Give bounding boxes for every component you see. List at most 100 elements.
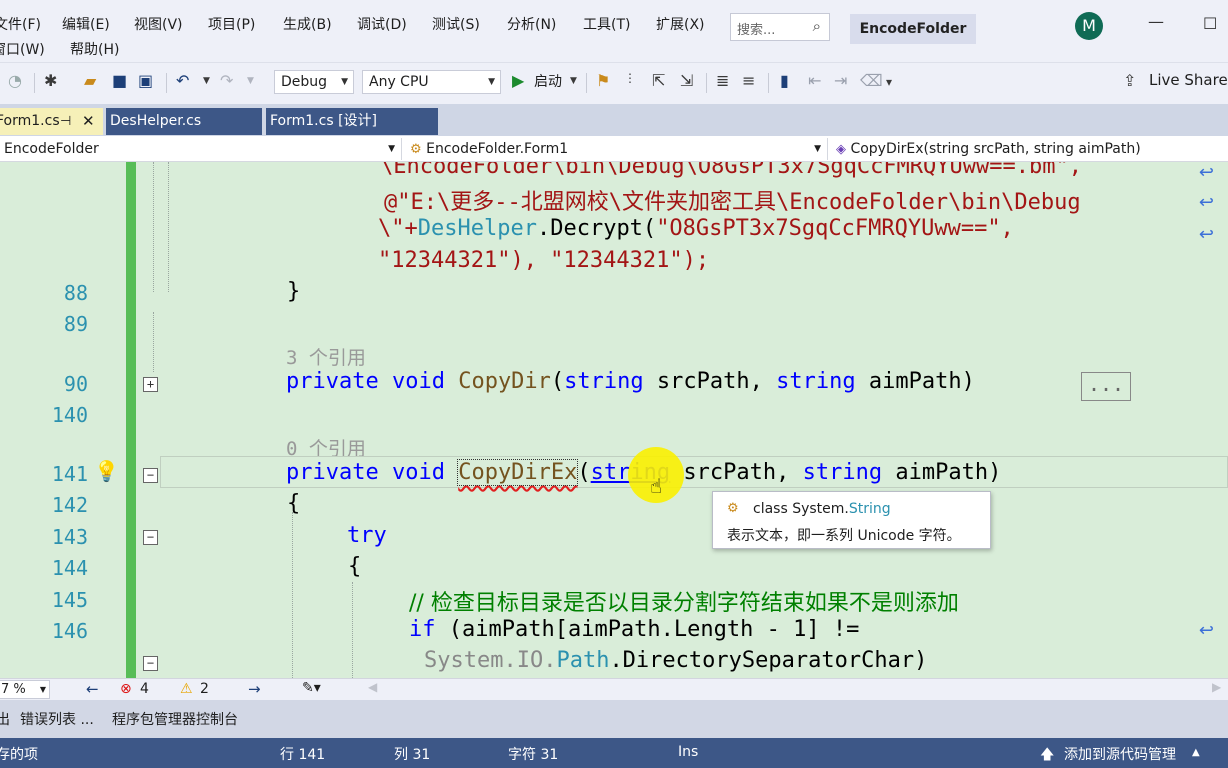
outdent-icon[interactable]: ≣ bbox=[716, 71, 729, 90]
scroll-left-icon[interactable]: ◀ bbox=[368, 680, 377, 694]
platform-value: Any CPU bbox=[369, 74, 429, 90]
overflow-icon[interactable]: ⋮ bbox=[624, 71, 636, 85]
collapsed-region[interactable]: ... bbox=[1081, 372, 1131, 401]
bookmark-icon[interactable]: ▮ bbox=[780, 71, 789, 90]
project-value: EncodeFolder bbox=[4, 141, 99, 157]
wrap-arrow-icon: ↩ bbox=[1198, 192, 1214, 213]
scroll-right-icon[interactable]: ▶ bbox=[1212, 680, 1221, 694]
wrap-arrow-icon: ↩ bbox=[1198, 620, 1214, 641]
quickinfo-tooltip: ⚙ class System.String 表示文本，即一系列 Unicode … bbox=[712, 491, 991, 549]
menu-tools[interactable]: 工具(T) bbox=[583, 14, 630, 34]
save-all-icon[interactable]: ▣ bbox=[138, 71, 153, 90]
document-tabs: Form1.cs ⊣ ✕ DesHelper.cs Form1.cs [设计] bbox=[0, 104, 1228, 136]
step-over-icon[interactable]: ⇲ bbox=[680, 71, 693, 90]
editor-status-strip: 7 % ▼ ← ⊗ 4 ⚠ 2 → ✎▾ ◀ ▶ bbox=[0, 678, 1228, 700]
member-value: CopyDirEx(string srcPath, string aimPath… bbox=[850, 141, 1141, 157]
minimize-icon[interactable]: — bbox=[1148, 12, 1164, 31]
output-tab[interactable]: 出 bbox=[0, 709, 10, 729]
maximize-icon[interactable]: ☐ bbox=[1203, 14, 1217, 33]
error-icon[interactable]: ⊗ bbox=[120, 681, 132, 697]
code-try: try bbox=[347, 523, 387, 548]
line-number: 143 bbox=[51, 525, 88, 549]
zoom-value: 7 % bbox=[1, 682, 26, 697]
indent-icon[interactable]: ≡ bbox=[742, 71, 755, 90]
package-manager-console-tab[interactable]: 程序包管理器控制台 bbox=[112, 709, 238, 729]
search-icon: ⌕ bbox=[812, 17, 821, 35]
code-line-args: "12344321"), "12344321"); bbox=[378, 248, 710, 273]
tooltip-signature: class System.String bbox=[753, 501, 891, 517]
menu-build[interactable]: 生成(B) bbox=[283, 14, 332, 34]
source-control-dropdown-icon[interactable]: ▲ bbox=[1192, 747, 1200, 758]
line-number: 146 bbox=[51, 619, 88, 643]
menu-debug[interactable]: 调试(D) bbox=[357, 14, 407, 34]
error-list-tab[interactable]: 错误列表 ... bbox=[20, 709, 94, 729]
next-bookmark-icon[interactable]: ⇥ bbox=[834, 71, 847, 90]
codelens-references[interactable]: 3 个引用 bbox=[286, 343, 366, 370]
menu-edit[interactable]: 编辑(E) bbox=[62, 14, 110, 34]
start-play-icon[interactable]: ▶ bbox=[512, 71, 524, 90]
toolbar-options-icon[interactable]: ▾ bbox=[886, 75, 892, 89]
class-icon: ⚙ bbox=[727, 501, 739, 516]
live-share-button[interactable]: Live Share bbox=[1149, 71, 1228, 89]
undo-icon[interactable]: ↶ bbox=[176, 71, 189, 90]
error-count[interactable]: 4 bbox=[140, 681, 149, 697]
undo-dropdown-icon[interactable]: ▼ bbox=[203, 76, 210, 86]
code-brace: } bbox=[287, 279, 301, 304]
expand-icon[interactable]: + bbox=[143, 377, 158, 392]
project-dropdown[interactable]: EncodeFolder ▼ bbox=[0, 138, 402, 160]
clear-bookmarks-icon[interactable]: ⌫ bbox=[860, 71, 883, 90]
open-file-icon[interactable]: ▰ bbox=[84, 71, 96, 90]
tab-form1-design[interactable]: Form1.cs [设计] bbox=[266, 108, 438, 135]
tab-form1-cs[interactable]: Form1.cs ⊣ ✕ bbox=[0, 108, 103, 135]
code-line-separator: System.IO.Path.DirectorySeparatorChar) bbox=[424, 648, 928, 673]
redo-dropdown-icon[interactable]: ▼ bbox=[247, 76, 254, 86]
class-dropdown[interactable]: ⚙ EncodeFolder.Form1 ▼ bbox=[406, 138, 828, 160]
new-project-icon[interactable]: ✱ bbox=[44, 71, 57, 90]
redo-icon[interactable]: ↷ bbox=[220, 71, 233, 90]
step-into-icon[interactable]: ⇱ bbox=[652, 71, 665, 90]
config-dropdown[interactable]: Debug ▼ bbox=[274, 70, 354, 94]
line-number: 145 bbox=[51, 588, 88, 612]
search-box[interactable]: 搜索... ⌕ bbox=[730, 13, 830, 41]
up-arrow-icon[interactable]: 🡅 bbox=[1040, 744, 1054, 768]
navigation-bar: EncodeFolder ▼ ⚙ EncodeFolder.Form1 ▼ ◈ … bbox=[0, 136, 1228, 162]
menu-file[interactable]: 文件(F) bbox=[0, 14, 41, 34]
menu-extensions[interactable]: 扩展(X) bbox=[656, 14, 705, 34]
line-number: 90 bbox=[63, 372, 88, 396]
member-dropdown[interactable]: ◈ CopyDirEx(string srcPath, string aimPa… bbox=[832, 138, 1228, 160]
menu-bar: 文件(F) 编辑(E) 视图(V) 项目(P) 生成(B) 调试(D) 测试(S… bbox=[0, 0, 1228, 62]
status-insert-mode: Ins bbox=[678, 744, 699, 760]
menu-analyze[interactable]: 分析(N) bbox=[507, 14, 556, 34]
menu-window[interactable]: 窗口(W) bbox=[0, 39, 45, 59]
forward-arrow-icon[interactable]: → bbox=[248, 680, 261, 698]
add-to-source-control[interactable]: 添加到源代码管理 bbox=[1064, 744, 1176, 764]
save-icon[interactable]: ■ bbox=[112, 71, 127, 90]
collapse-icon[interactable]: − bbox=[143, 530, 158, 545]
close-tab-icon[interactable]: ✕ bbox=[82, 108, 95, 135]
account-avatar[interactable]: M bbox=[1075, 12, 1103, 40]
search-input[interactable]: 搜索... bbox=[737, 19, 775, 38]
prev-bookmark-icon[interactable]: ⇤ bbox=[808, 71, 821, 90]
start-button[interactable]: 启动 bbox=[534, 71, 562, 91]
collapse-icon[interactable]: − bbox=[143, 656, 158, 671]
browser-link-icon[interactable]: ⚑ bbox=[596, 71, 610, 90]
collapse-icon[interactable]: − bbox=[143, 468, 158, 483]
warning-icon[interactable]: ⚠ bbox=[180, 681, 193, 697]
live-share-icon[interactable]: ⇪ bbox=[1123, 71, 1136, 90]
navigate-forward-icon[interactable]: ◔ bbox=[8, 71, 22, 90]
platform-dropdown[interactable]: Any CPU ▼ bbox=[362, 70, 501, 94]
lightbulb-icon[interactable]: 💡 bbox=[94, 459, 119, 483]
tab-deshelper-cs[interactable]: DesHelper.cs bbox=[106, 108, 262, 135]
start-dropdown-icon[interactable]: ▼ bbox=[570, 76, 577, 86]
menu-test[interactable]: 测试(S) bbox=[432, 14, 480, 34]
warning-count[interactable]: 2 bbox=[200, 681, 209, 697]
back-arrow-icon[interactable]: ← bbox=[86, 680, 99, 698]
menu-help[interactable]: 帮助(H) bbox=[70, 39, 119, 59]
menu-project[interactable]: 项目(P) bbox=[208, 14, 255, 34]
brush-icon[interactable]: ✎▾ bbox=[302, 680, 321, 696]
method-icon: ◈ bbox=[836, 142, 846, 157]
zoom-dropdown[interactable]: 7 % ▼ bbox=[0, 680, 50, 699]
menu-view[interactable]: 视图(V) bbox=[134, 14, 183, 34]
code-editor[interactable]: \EncodeFolder\bin\Debug\O8GsPT3x7SgqCcFM… bbox=[0, 162, 1228, 678]
pin-icon[interactable]: ⊣ bbox=[60, 108, 71, 135]
